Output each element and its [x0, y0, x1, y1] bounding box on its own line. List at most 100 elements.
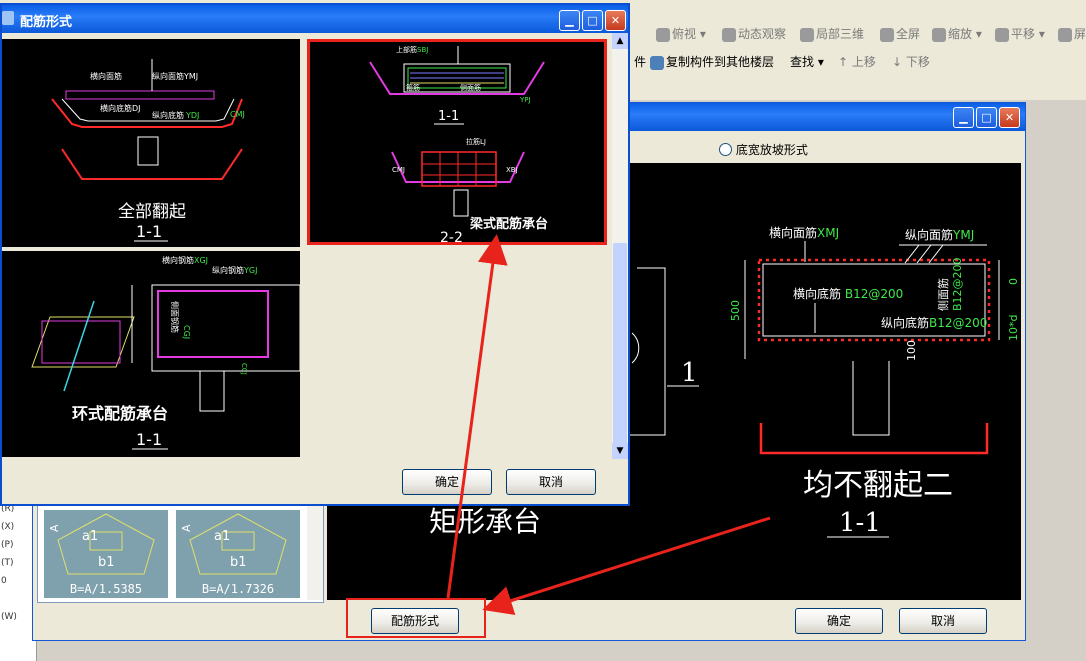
- svg-text:YDJ: YDJ: [185, 111, 199, 120]
- more-icon: [1058, 27, 1072, 42]
- svg-text:CMJ: CMJ: [230, 110, 245, 119]
- shortcut-t[interactable]: (T): [0, 554, 36, 572]
- shortcut-w[interactable]: (W): [0, 608, 36, 626]
- dim-0-label: 0: [1007, 278, 1020, 285]
- beam-cap-section-top: 1-1: [438, 109, 459, 124]
- shortcut-blank[interactable]: [0, 590, 36, 608]
- scroll-up-icon[interactable]: ▲: [612, 33, 628, 49]
- zoom-icon: [932, 27, 946, 42]
- svg-text:A: A: [48, 524, 61, 532]
- rebar-form-titlebar: 配筋形式: [2, 5, 628, 33]
- dim-10d-label: 10*d: [1007, 315, 1020, 341]
- ok-button[interactable]: 确定: [402, 469, 492, 495]
- ok-button[interactable]: 确定: [795, 608, 883, 634]
- cancel-button[interactable]: 取消: [506, 469, 596, 495]
- toolbar-part[interactable]: 件: [634, 53, 646, 70]
- transverse-top-label: 横向面筋XMJ: [769, 225, 839, 240]
- rebar-form-dialog: 配筋形式 ▁ □ ✕ 横向面筋 纵向面筋YMJ 横向底筋DJ 纵向底筋 YDJ …: [0, 3, 630, 506]
- arrow-up-icon: ↑: [838, 55, 849, 69]
- svg-text:上部筋SBJ: 上部筋SBJ: [396, 45, 428, 54]
- minimize-button[interactable]: ▁: [559, 10, 580, 31]
- rebar-form-grid: 横向面筋 纵向面筋YMJ 横向底筋DJ 纵向底筋 YDJ CMJ 全部翻起 1-…: [2, 39, 612, 459]
- rebar-form-title: 配筋形式: [20, 15, 73, 30]
- local-3d-icon: [800, 27, 814, 42]
- dim-100-label: 100: [905, 340, 918, 361]
- svg-text:侧面钢筋: 侧面钢筋: [170, 301, 180, 333]
- drawing-section: 1-1: [839, 508, 881, 538]
- cancel-button[interactable]: 取消: [899, 608, 987, 634]
- scroll-down-icon[interactable]: ▼: [612, 443, 628, 459]
- svg-text:XBJ: XBJ: [506, 166, 518, 174]
- maximize-button[interactable]: □: [976, 107, 997, 128]
- rect-cap-caption: 矩形承台: [429, 505, 541, 538]
- annotation-highlight-box: [346, 598, 486, 638]
- copy-floor-icon: [650, 55, 664, 70]
- maximize-button[interactable]: □: [582, 10, 603, 31]
- svg-text:a1: a1: [82, 529, 98, 544]
- ring-cap-section: 1-1: [136, 430, 162, 449]
- thumb-formula: B=A/1.5385: [69, 582, 143, 596]
- drawing-title: 均不翻起二: [803, 468, 953, 503]
- side-rebar-value: B12@200: [951, 257, 964, 311]
- full-bent-caption: 全部翻起: [118, 202, 186, 222]
- side-rebar-label: 侧面筋: [936, 278, 950, 311]
- svg-text:CMJ: CMJ: [392, 166, 405, 174]
- svg-text:拉筋LJ: 拉筋LJ: [466, 137, 486, 146]
- arrow-down-icon: ↓: [892, 55, 903, 69]
- toolbar-view[interactable]: 俯视 ▾: [656, 25, 706, 42]
- scroll-thumb[interactable]: [613, 243, 627, 448]
- toolbar-more[interactable]: 屏: [1058, 25, 1086, 42]
- fullscreen-icon: [880, 27, 894, 42]
- full-bent-section: 1-1: [136, 222, 162, 241]
- shortcut-0[interactable]: 0: [0, 572, 36, 590]
- svg-text:a1: a1: [214, 529, 230, 544]
- toolbar-pan[interactable]: 平移 ▾: [995, 25, 1045, 42]
- svg-text:横向面筋: 横向面筋: [90, 71, 122, 81]
- dim-500-label: 500: [729, 300, 742, 321]
- svg-text:YPJ: YPJ: [519, 96, 531, 104]
- svg-text:横向钢筋XGJ: 横向钢筋XGJ: [162, 255, 208, 265]
- option-full-bent[interactable]: 横向面筋 纵向面筋YMJ 横向底筋DJ 纵向底筋 YDJ CMJ 全部翻起 1-…: [2, 39, 300, 247]
- svg-text:横向底筋DJ: 横向底筋DJ: [100, 103, 141, 113]
- toolbar-local-3d[interactable]: 局部三维: [800, 25, 864, 42]
- longitudinal-top-label: 纵向面筋YMJ: [905, 227, 974, 242]
- view-icon: [656, 27, 670, 42]
- grid-scrollbar[interactable]: ▲ ▼: [612, 33, 628, 459]
- toolbar-find[interactable]: 查找 ▾: [790, 53, 824, 70]
- beam-cap-caption: 梁式配筋承台: [469, 216, 548, 232]
- shortcut-p[interactable]: (P): [0, 536, 36, 554]
- beam-cap-section-bottom: 2-2: [440, 230, 463, 242]
- toolbar-orbit[interactable]: 动态观察: [722, 25, 786, 42]
- option-ring-cap[interactable]: 横向钢筋XGJ 纵向钢筋YGJ 侧面钢筋 CGJ CCJ 环式配筋承台 1-1: [2, 251, 300, 457]
- orbit-icon: [722, 27, 736, 42]
- option-beam-cap[interactable]: 上部筋SBJ 箍筋 侧面筋 YPJ 1-1 拉筋LJ CMJ XBJ 梁式配筋承…: [307, 39, 607, 245]
- svg-text:b1: b1: [230, 555, 247, 570]
- toolbar-move-up[interactable]: ↑ 上移: [838, 53, 876, 70]
- ring-cap-caption: 环式配筋承台: [72, 404, 168, 423]
- app-icon: [2, 11, 14, 25]
- minimize-button[interactable]: ▁: [953, 107, 974, 128]
- shortcut-x[interactable]: (X): [0, 518, 36, 536]
- thumb-scrollbar[interactable]: [307, 506, 323, 600]
- left-section-label: 1: [681, 358, 698, 388]
- radio-circle-icon: [719, 143, 732, 156]
- svg-text:纵向底筋: 纵向底筋: [152, 110, 184, 120]
- svg-text:CGJ: CGJ: [182, 325, 191, 339]
- longitudinal-bottom-label: 纵向底筋B12@200: [881, 315, 987, 330]
- close-button[interactable]: ✕: [605, 10, 626, 31]
- toolbar-move-down[interactable]: ↓ 下移: [892, 53, 930, 70]
- thumb-slope-1[interactable]: A a1 b1 B=A/1.5385: [44, 510, 168, 598]
- toolbar-zoom[interactable]: 缩放 ▾: [932, 25, 982, 42]
- close-button[interactable]: ✕: [999, 107, 1020, 128]
- thumb-formula: B=A/1.7326: [201, 582, 275, 596]
- toolbar-fullscreen[interactable]: 全屏: [880, 25, 920, 42]
- svg-text:纵向面筋YMJ: 纵向面筋YMJ: [152, 71, 198, 81]
- svg-text:纵向钢筋YGJ: 纵向钢筋YGJ: [212, 265, 257, 275]
- shape-thumbnail-list: A a1 b1 B=A/1.5385 A a1 b1 B=A/1.7326: [37, 505, 324, 603]
- toolbar-copy[interactable]: 复制构件到其他楼层: [650, 53, 774, 70]
- thumb-slope-2[interactable]: A a1 b1 B=A/1.7326: [176, 510, 300, 598]
- slope-form-radio[interactable]: 底宽放坡形式: [719, 141, 808, 158]
- svg-text:A: A: [180, 524, 193, 532]
- svg-text:CCJ: CCJ: [240, 363, 248, 375]
- svg-text:侧面筋: 侧面筋: [460, 83, 481, 92]
